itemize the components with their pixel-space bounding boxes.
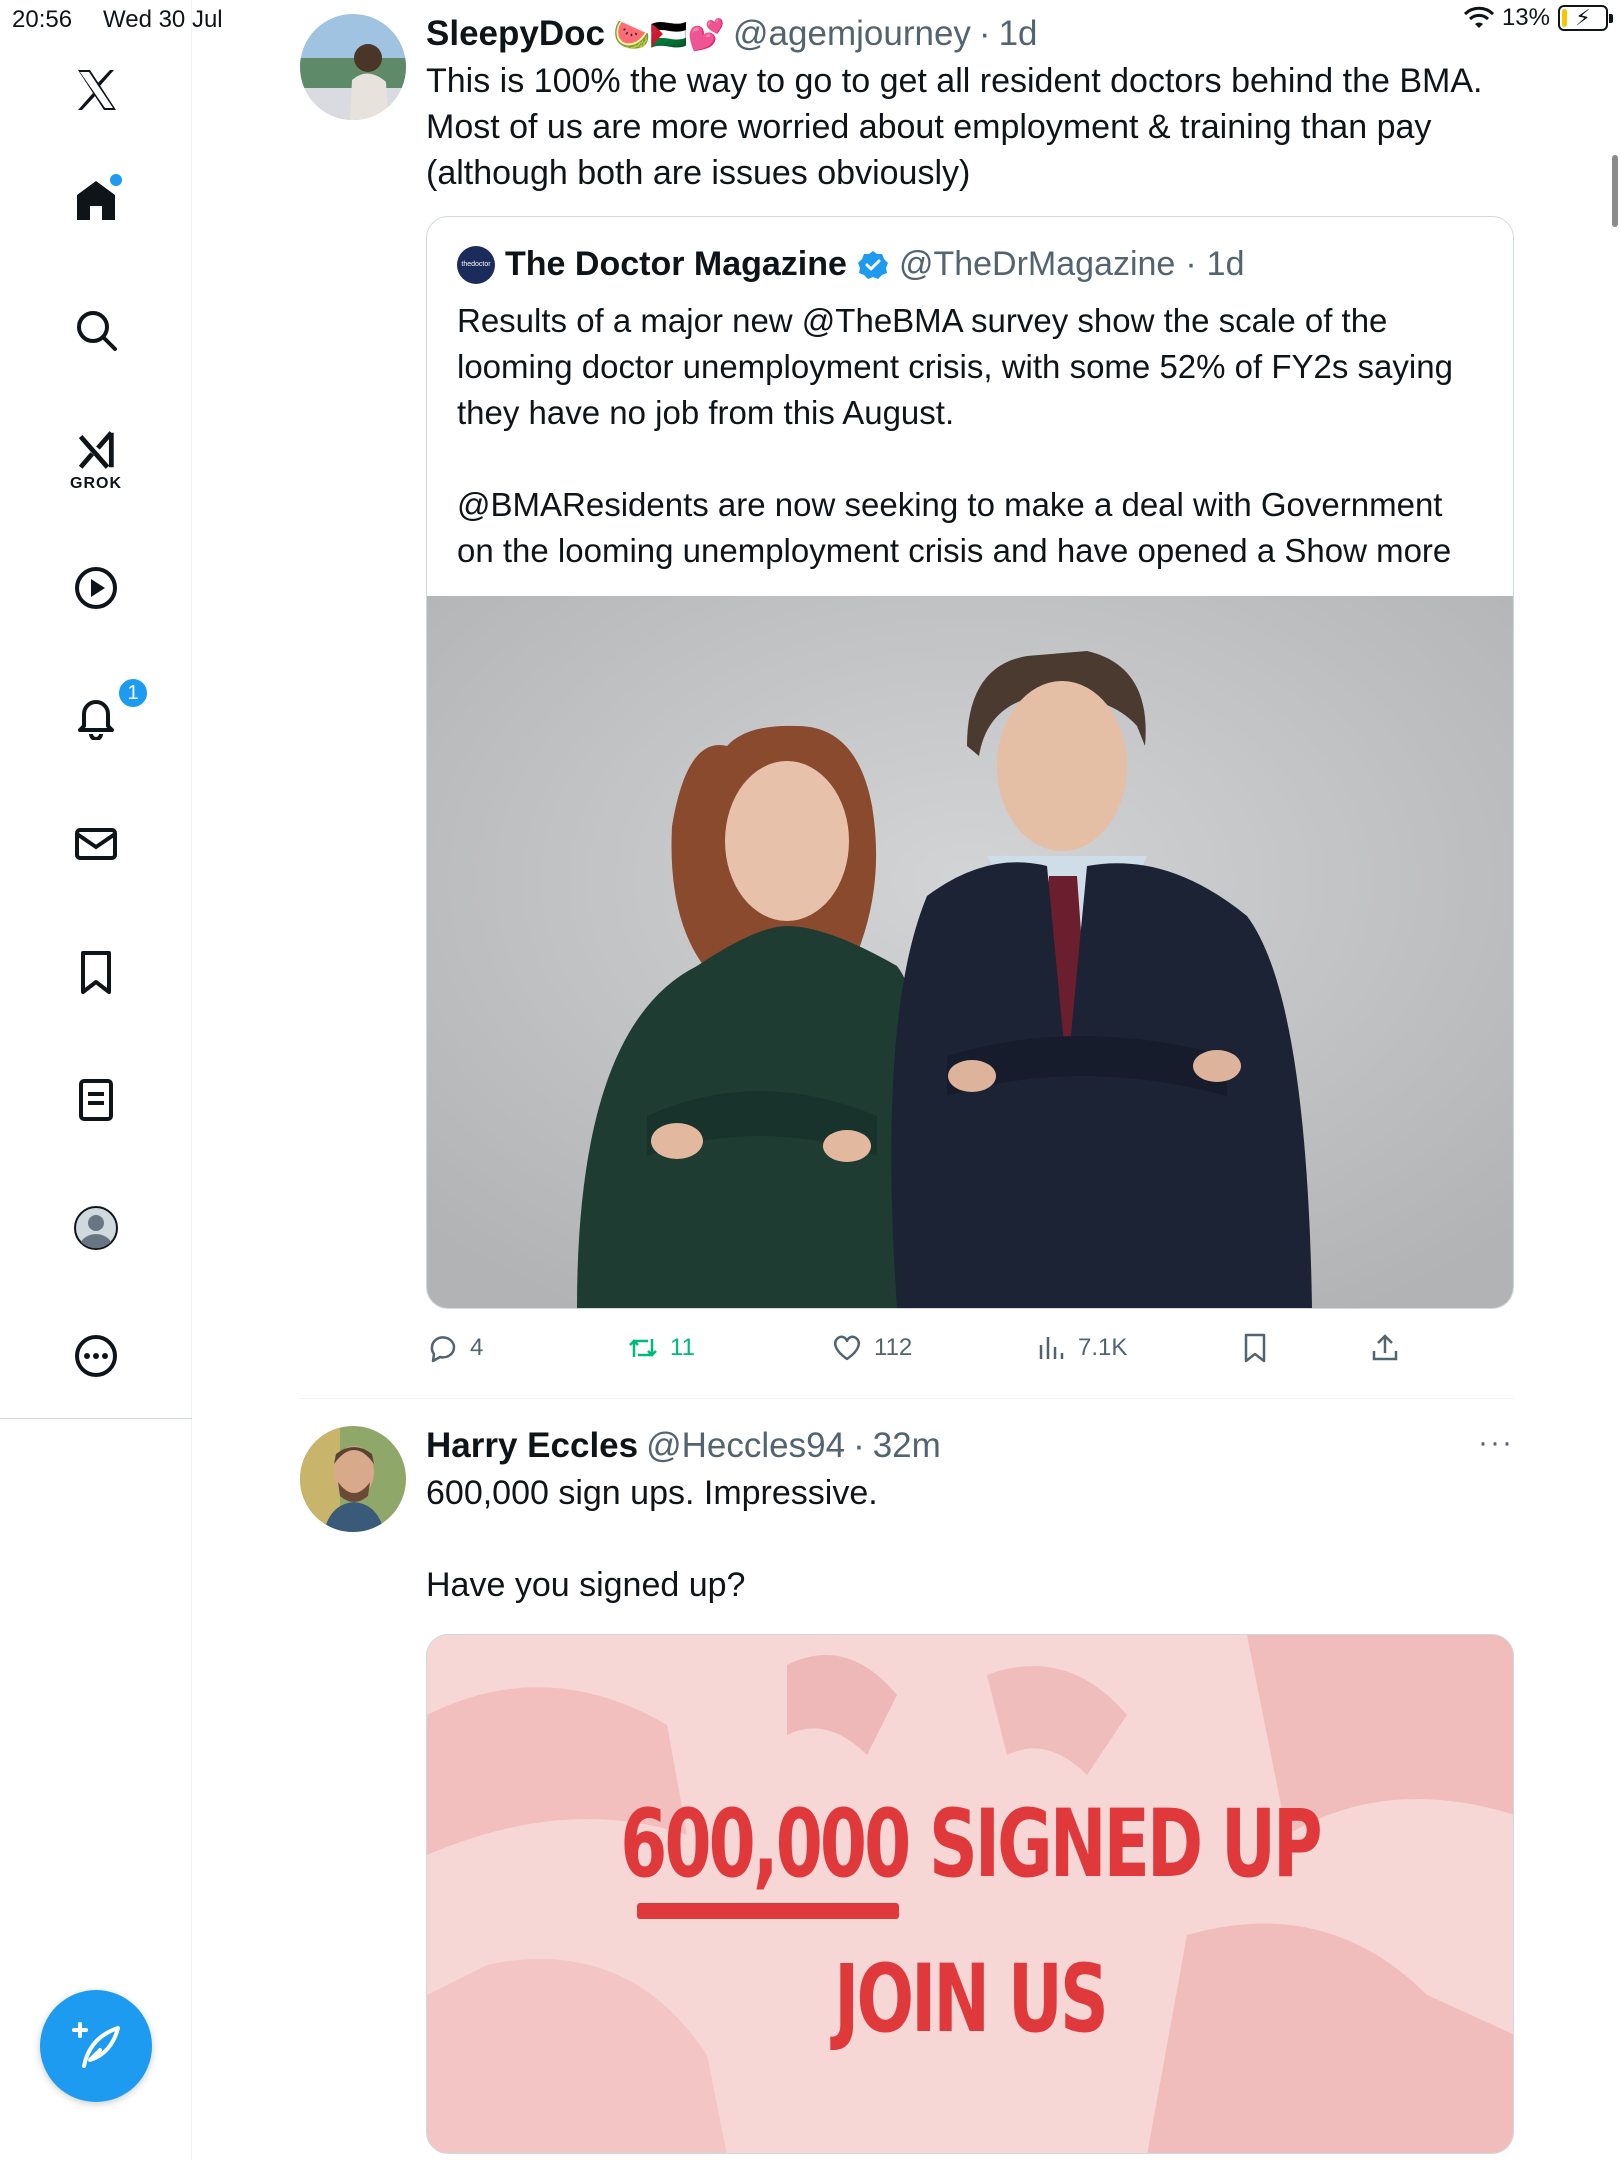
home-icon[interactable] (64, 168, 128, 232)
quote-text: Results of a major new @TheBMA survey sh… (457, 302, 1453, 569)
tweet-header: Harry Eccles @Heccles94 · 32m (426, 1426, 1514, 1466)
share-button[interactable] (1368, 1331, 1402, 1365)
promo-underline (637, 1903, 899, 1919)
tweet-body: Harry Eccles @Heccles94 · 32m ··· 600,00… (426, 1426, 1514, 2154)
grok-label: GROK (70, 475, 122, 492)
show-more-link[interactable]: Show more (1284, 532, 1451, 569)
avatar[interactable] (300, 1426, 406, 1532)
play-icon[interactable] (64, 556, 128, 620)
tweet-text: 600,000 sign ups. Impressive. Have you s… (426, 1474, 878, 1604)
more-icon[interactable] (64, 1324, 128, 1388)
bell-icon[interactable]: 1 (64, 676, 150, 748)
like-button[interactable]: 112 (830, 1331, 912, 1365)
quote-author-name[interactable]: The Doctor Magazine (505, 245, 847, 284)
tweet-time[interactable]: 1d (999, 14, 1038, 54)
quote-time[interactable]: 1d (1207, 245, 1245, 284)
compose-icon (72, 2022, 120, 2068)
author-emojis: 🍉🇵🇸💕 (612, 19, 726, 52)
promo-cta: JOIN US (834, 1945, 1109, 2054)
battery-icon: ⚡ (1558, 5, 1613, 31)
separator-dot: · (1185, 245, 1197, 283)
quote-photo[interactable] (427, 596, 1513, 1308)
tweet-divider (300, 1398, 1514, 1399)
bookmark-button[interactable] (1238, 1331, 1272, 1365)
tweet-photo[interactable]: 600,000 SIGNED UP JOIN US (426, 1634, 1514, 2154)
compose-button[interactable] (40, 1990, 152, 2102)
author-handle[interactable]: @Heccles94 (646, 1426, 845, 1466)
list-icon[interactable] (64, 1068, 128, 1132)
retweet-count: 11 (670, 1334, 695, 1361)
quote-text-container: Results of a major new @TheBMA survey sh… (427, 284, 1513, 596)
promo-headline: 600,000 SIGNED UP (620, 1790, 1322, 1899)
tweet[interactable]: Harry Eccles @Heccles94 · 32m ··· 600,00… (300, 1426, 1514, 2160)
tweet[interactable]: SleepyDoc 🍉🇵🇸💕 @agemjourney · 1d This is… (300, 14, 1514, 1404)
share-icon (1372, 1334, 1398, 1361)
separator-dot: · (853, 1426, 865, 1465)
like-count: 112 (874, 1334, 913, 1361)
reply-button[interactable]: 4 (426, 1331, 483, 1365)
x-logo-icon[interactable] (64, 58, 128, 122)
verified-badge-icon (857, 250, 888, 279)
quote-avatar[interactable]: thedoctor (457, 245, 495, 284)
author-handle[interactable]: @agemjourney (733, 14, 971, 54)
author-name[interactable]: Harry Eccles (426, 1426, 638, 1466)
avatar[interactable] (300, 14, 406, 120)
bookmark-icon[interactable] (64, 940, 128, 1004)
retweet-button[interactable]: 11 (626, 1331, 695, 1365)
sidebar-divider (0, 1418, 192, 1419)
reply-icon (430, 1336, 456, 1363)
quote-tweet[interactable]: thedoctor The Doctor Magazine @TheDrMaga… (426, 216, 1514, 1309)
reply-count: 4 (470, 1334, 484, 1361)
tweet-header: SleepyDoc 🍉🇵🇸💕 @agemjourney · 1d (426, 14, 1514, 54)
search-icon[interactable] (64, 298, 128, 362)
view-count: 7.1K (1078, 1334, 1128, 1361)
bookmark-icon (1244, 1333, 1266, 1363)
tweet-text: This is 100% the way to go to get all re… (426, 62, 1483, 192)
retweet-icon (629, 1339, 657, 1357)
tweet-actions: 4 11 112 7.1K (426, 1331, 1514, 1381)
profile-icon[interactable] (64, 1196, 128, 1260)
author-name[interactable]: SleepyDoc (426, 14, 605, 54)
quote-author-handle[interactable]: @TheDrMagazine (899, 245, 1175, 284)
charging-bolt-icon: ⚡ (1575, 5, 1591, 30)
separator-dot: · (978, 14, 991, 53)
grok-icon[interactable]: GROK (64, 420, 128, 500)
notification-badge: 1 (116, 676, 150, 710)
envelope-icon[interactable] (64, 812, 128, 876)
tweet-time[interactable]: 32m (873, 1426, 941, 1466)
quote-header: thedoctor The Doctor Magazine @TheDrMaga… (427, 217, 1513, 284)
sidebar: GROK 1 (0, 0, 192, 2160)
views-button[interactable]: 7.1K (1034, 1331, 1127, 1365)
heart-icon (833, 1335, 861, 1361)
scrollbar[interactable] (1612, 155, 1618, 227)
more-options-icon[interactable]: ··· (1478, 1426, 1514, 1460)
views-icon (1039, 1337, 1064, 1359)
home-unread-dot (110, 174, 122, 186)
tweet-body: SleepyDoc 🍉🇵🇸💕 @agemjourney · 1d This is… (426, 14, 1514, 1381)
